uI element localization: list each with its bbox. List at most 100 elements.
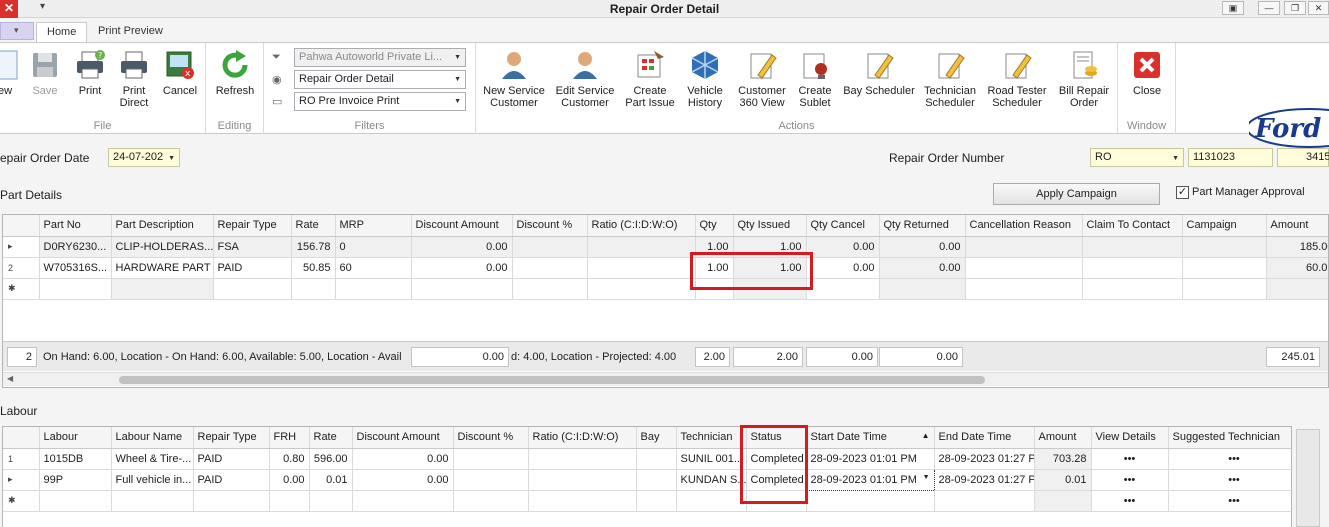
cell-bay[interactable] [636, 469, 677, 491]
col-campaign[interactable]: Campaign [1182, 215, 1267, 237]
cell-ratio[interactable] [528, 448, 637, 470]
cell-ratio[interactable] [528, 469, 637, 491]
col-cancellation-reason[interactable]: Cancellation Reason [965, 215, 1083, 237]
new-cell[interactable] [335, 278, 412, 300]
refresh-button[interactable]: Refresh [214, 47, 256, 97]
close-icon[interactable]: ✕ [1308, 1, 1329, 15]
ro-suffix-field[interactable]: 3415 [1277, 148, 1329, 167]
cell-cancellation-reason[interactable] [965, 257, 1083, 279]
cell-technician[interactable]: SUNIL 001... [676, 448, 747, 470]
restore-icon[interactable]: ❐ [1284, 1, 1306, 15]
view-details-button[interactable]: ••• [1091, 448, 1169, 470]
col-rate[interactable]: Rate [309, 427, 353, 449]
col-qty[interactable]: Qty [695, 215, 734, 237]
cell-qty-cancel[interactable]: 0.00 [806, 257, 880, 279]
new-cell[interactable] [676, 490, 747, 512]
cell-rate[interactable]: 0.01 [309, 469, 353, 491]
new-cell[interactable] [1082, 278, 1183, 300]
col-end-date-time[interactable]: End Date Time [934, 427, 1035, 449]
col-claim-to-contact[interactable]: Claim To Contact [1082, 215, 1183, 237]
new-cell[interactable] [1266, 278, 1328, 300]
minimize-icon[interactable]: — [1258, 1, 1280, 15]
edit-service-customer-button[interactable]: Edit Service Customer [552, 47, 618, 109]
cell-rate[interactable]: 596.00 [309, 448, 353, 470]
create-part-issue-button[interactable]: Create Part Issue [622, 47, 678, 109]
col-frh[interactable]: FRH [269, 427, 310, 449]
col-amount[interactable]: Amount [1034, 427, 1092, 449]
cell-discount-amount[interactable]: 0.00 [352, 469, 454, 491]
col-amount[interactable]: Amount [1266, 215, 1328, 237]
col-discount-amount[interactable]: Discount Amount [411, 215, 513, 237]
col-repair-type[interactable]: Repair Type [193, 427, 270, 449]
view-select[interactable]: Repair Order Detail [294, 70, 466, 89]
table-row[interactable]: ▸ D0RY6230... CLIP-HOLDERAS... FSA 156.7… [3, 236, 1328, 258]
cell-labour-name[interactable]: Wheel & Tire-... [111, 448, 194, 470]
cell-discount-pct[interactable] [453, 469, 529, 491]
cell-part-description[interactable]: CLIP-HOLDERAS... [111, 236, 214, 258]
new-cell[interactable] [291, 278, 336, 300]
new-cell[interactable] [965, 278, 1083, 300]
chevron-down-icon[interactable]: ▼ [923, 474, 930, 481]
new-row[interactable]: ✱ [3, 278, 1328, 300]
cell-bay[interactable] [636, 448, 677, 470]
col-start-date-time[interactable]: Start Date Time ▲ [806, 427, 935, 449]
cell-rate[interactable]: 156.78 [291, 236, 336, 258]
new-cell[interactable] [1034, 490, 1092, 512]
cell-frh[interactable]: 0.00 [269, 469, 310, 491]
restore-layout-icon[interactable]: ▣ [1222, 1, 1244, 15]
tab-print-preview[interactable]: Print Preview [88, 22, 173, 42]
cell-mrp[interactable]: 0 [335, 236, 412, 258]
col-qty-issued[interactable]: Qty Issued [733, 215, 807, 237]
col-view-details[interactable]: View Details [1091, 427, 1169, 449]
table-row[interactable]: 1 1015DB Wheel & Tire-... PAID 0.80 596.… [3, 448, 1291, 470]
new-cell[interactable] [1182, 278, 1267, 300]
parts-horizontal-scrollbar[interactable]: ◀ [3, 372, 1328, 386]
col-ratio[interactable]: Ratio (C:I:D:W:O) [528, 427, 637, 449]
print-button[interactable]: ? Print [72, 47, 108, 97]
file-menu-tab[interactable] [0, 22, 34, 40]
col-technician[interactable]: Technician [676, 427, 747, 449]
new-cell[interactable] [39, 278, 112, 300]
create-sublet-button[interactable]: Create Sublet [794, 47, 836, 109]
dealer-select[interactable]: Pahwa Autoworld Private Li... [294, 48, 466, 67]
new-cell[interactable] [934, 490, 1035, 512]
table-row[interactable]: 2 W705316S... HARDWARE PART PAID 50.85 6… [3, 257, 1328, 279]
new-cell[interactable] [213, 278, 292, 300]
new-cell[interactable] [411, 278, 513, 300]
cell-discount-pct[interactable] [512, 236, 588, 258]
col-qty-cancel[interactable]: Qty Cancel [806, 215, 880, 237]
new-cell[interactable] [39, 490, 112, 512]
print-format-select[interactable]: RO Pre Invoice Print [294, 92, 466, 111]
col-discount-amount[interactable]: Discount Amount [352, 427, 454, 449]
new-cell[interactable] [636, 490, 677, 512]
cell-discount-amount[interactable]: 0.00 [411, 236, 513, 258]
new-cell[interactable] [806, 278, 880, 300]
cell-end-date-time[interactable]: 28-09-2023 01:27 P [934, 448, 1035, 470]
new-row[interactable]: ✱ ••• ••• [3, 490, 1291, 512]
col-suggested-technician[interactable]: Suggested Technician [1168, 427, 1291, 449]
cell-campaign[interactable] [1182, 236, 1267, 258]
road-tester-scheduler-button[interactable]: Road Tester Scheduler [984, 47, 1050, 109]
new-cell[interactable] [806, 490, 935, 512]
new-cell[interactable] [528, 490, 637, 512]
col-bay[interactable]: Bay [636, 427, 677, 449]
new-cell[interactable] [111, 278, 214, 300]
new-cell[interactable] [193, 490, 270, 512]
cell-ratio[interactable] [587, 236, 696, 258]
view-details-button[interactable]: ••• [1091, 490, 1169, 512]
cell-mrp[interactable]: 60 [335, 257, 412, 279]
new-cell[interactable] [269, 490, 310, 512]
vehicle-history-button[interactable]: Vehicle History [682, 47, 728, 109]
close-button[interactable]: Close [1126, 47, 1168, 97]
ro-date-field[interactable]: 24-07-202 [108, 148, 180, 167]
labour-vertical-scrollbar[interactable] [1296, 429, 1320, 527]
scroll-thumb[interactable] [119, 376, 985, 384]
col-labour-name[interactable]: Labour Name [111, 427, 194, 449]
part-manager-approval-checkbox[interactable]: ✓ [1176, 186, 1189, 199]
cell-labour[interactable]: 99P [39, 469, 112, 491]
cell-repair-type[interactable]: PAID [213, 257, 292, 279]
cell-campaign[interactable] [1182, 257, 1267, 279]
cell-cancellation-reason[interactable] [965, 236, 1083, 258]
table-row[interactable]: ▸ 99P Full vehicle in... PAID 0.00 0.01 … [3, 468, 1291, 491]
new-button[interactable]: ew [0, 47, 18, 97]
